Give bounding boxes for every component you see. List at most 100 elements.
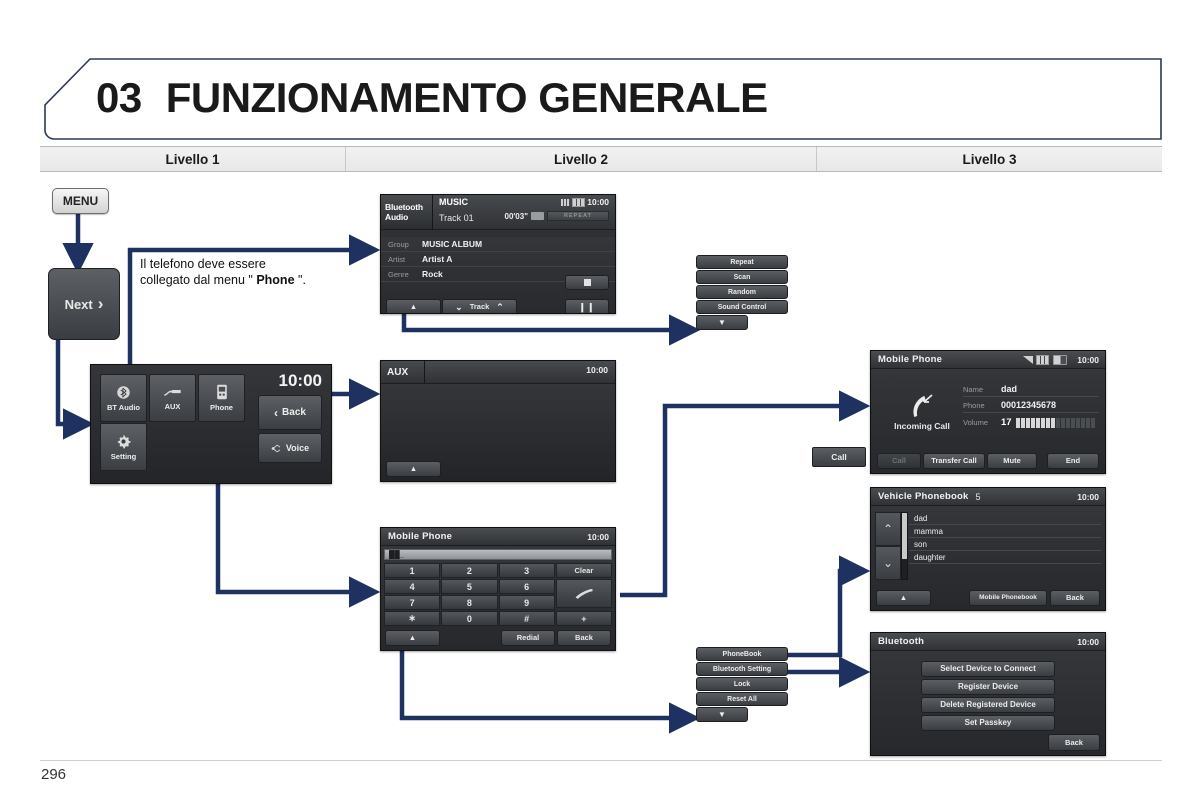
phonebook-title: Vehicle Phonebook	[871, 491, 969, 502]
incoming-call-transfer-button[interactable]: Transfer Call	[923, 453, 985, 469]
incoming-call-end-button[interactable]: End	[1047, 453, 1099, 469]
key-7[interactable]: 7	[384, 595, 440, 610]
key-hash[interactable]: #	[499, 611, 555, 626]
key-8[interactable]: 8	[441, 595, 497, 610]
track-next-icon: ⌃	[496, 303, 504, 312]
phonebook-up-button[interactable]: ▲	[876, 590, 931, 606]
dial-keypad[interactable]: 1 2 3 Clear 4 5 6 7 8 9 ∗ 0 # +	[384, 563, 612, 626]
phonebook-mobile-phonebook-button[interactable]: Mobile Phonebook	[969, 590, 1047, 606]
dial-title-bar: Mobile Phone 10:00	[381, 528, 615, 546]
incoming-call-phone-key: Phone	[963, 401, 1001, 410]
key-9[interactable]: 9	[499, 595, 555, 610]
phonebook-entry-dad[interactable]: dad	[909, 512, 1101, 525]
menu-item-repeat[interactable]: Repeat	[696, 255, 788, 269]
tile-bt-audio-label: BT Audio	[107, 403, 140, 412]
track-prev-icon: ⌄	[455, 303, 463, 312]
column-header-level1: Livello 1	[40, 147, 346, 171]
incoming-call-field-phone: Phone 00012345678	[963, 398, 1099, 413]
bt-item-delete-device[interactable]: Delete Registered Device	[921, 697, 1055, 713]
level-column-headers: Livello 1 Livello 2 Livello 3	[40, 146, 1162, 172]
phonebook-count: 5	[969, 492, 981, 502]
menu-hardkey-label: MENU	[63, 194, 98, 208]
next-button[interactable]: Next ›	[48, 268, 120, 340]
phonebook-scrollbar[interactable]	[901, 512, 908, 580]
incoming-call-volume-value: 17	[1001, 417, 1012, 428]
bt-audio-pause-button[interactable]: ❙❙	[565, 299, 609, 314]
battery-icon	[572, 198, 585, 207]
key-plus[interactable]: +	[556, 611, 612, 626]
chevron-down-icon: ⌄	[883, 556, 893, 570]
bt-item-set-passkey[interactable]: Set Passkey	[921, 715, 1055, 731]
menu-item-scan[interactable]: Scan	[696, 270, 788, 284]
bt-audio-up-icon: ▲	[410, 303, 417, 311]
main-menu-back-button[interactable]: ‹ Back	[258, 395, 322, 430]
key-0[interactable]: 0	[441, 611, 497, 626]
dial-redial-button[interactable]: Redial	[501, 630, 555, 646]
key-call[interactable]	[556, 579, 612, 608]
key-star[interactable]: ∗	[384, 611, 440, 626]
screen-vehicle-phonebook[interactable]: Vehicle Phonebook 5 10:00 ⌃ ⌄ dad mamma …	[870, 487, 1106, 611]
page-number: 296	[41, 766, 66, 783]
screen-main-menu[interactable]: 10:00 BT Audio AUX	[90, 364, 332, 484]
menu-audio-options[interactable]: Repeat Scan Random Sound Control ▼	[696, 255, 786, 330]
key-1[interactable]: 1	[384, 563, 440, 578]
menu-hardkey-button[interactable]: MENU	[52, 188, 109, 214]
key-2[interactable]: 2	[441, 563, 497, 578]
key-4[interactable]: 4	[384, 579, 440, 594]
screen-mobile-phone-dial[interactable]: Mobile Phone 10:00 ██_ 1 2 3 Clear 4 5 6	[380, 527, 616, 651]
screen-aux[interactable]: AUX 10:00 ▲	[380, 360, 616, 482]
menu-phone-options[interactable]: PhoneBook Bluetooth Setting Lock Reset A…	[696, 647, 786, 722]
dial-number-input[interactable]: ██_	[384, 549, 612, 560]
tile-setting[interactable]: Setting	[100, 423, 147, 471]
menu-audio-more-button[interactable]: ▼	[696, 315, 748, 330]
bt-audio-up-button[interactable]: ▲	[386, 299, 441, 314]
screen-incoming-call[interactable]: Mobile Phone 10:00 Incoming Call Name da…	[870, 350, 1106, 474]
phonebook-scroll-up-button[interactable]: ⌃	[875, 512, 901, 546]
phonebook-back-button[interactable]: Back	[1050, 590, 1100, 606]
menu-phone-more-button[interactable]: ▼	[696, 707, 748, 722]
main-menu-voice-button[interactable]: Voice	[258, 433, 322, 463]
bluetooth-settings-menu[interactable]: Select Device to Connect Register Device…	[921, 661, 1055, 731]
dial-back-button[interactable]: Back	[557, 630, 611, 646]
bluetooth-back-button[interactable]: Back	[1048, 734, 1100, 751]
tile-bt-audio[interactable]: BT Audio	[100, 374, 147, 422]
call-button[interactable]: Call	[812, 447, 866, 467]
menu-item-reset-all[interactable]: Reset All	[696, 692, 788, 706]
menu-item-lock[interactable]: Lock	[696, 677, 788, 691]
screen-bluetooth-settings[interactable]: Bluetooth 10:00 Select Device to Connect…	[870, 632, 1106, 756]
incoming-call-call-button[interactable]: Call	[877, 453, 921, 469]
menu-item-random[interactable]: Random	[696, 285, 788, 299]
dial-up-button[interactable]: ▲	[385, 630, 440, 646]
key-3[interactable]: 3	[499, 563, 555, 578]
note-line-2: collegato dal menu " Phone ".	[140, 272, 355, 288]
phonebook-entry-mamma[interactable]: mamma	[909, 525, 1101, 538]
bt-item-select-device[interactable]: Select Device to Connect	[921, 661, 1055, 677]
phonebook-scroll-down-button[interactable]: ⌄	[875, 546, 901, 580]
bt-audio-source-logo: Bluetooth Audio	[381, 195, 433, 229]
key-clear[interactable]: Clear	[556, 563, 612, 578]
phonebook-entry-son[interactable]: son	[909, 538, 1101, 551]
chevron-right-icon: ›	[98, 294, 104, 314]
key-6[interactable]: 6	[499, 579, 555, 594]
menu-item-sound-control[interactable]: Sound Control	[696, 300, 788, 314]
bt-audio-track-button[interactable]: ⌄ Track ⌃	[442, 299, 517, 314]
tile-phone[interactable]: Phone	[198, 374, 245, 422]
tile-aux[interactable]: AUX	[149, 374, 196, 422]
menu-item-phonebook[interactable]: PhoneBook	[696, 647, 788, 661]
bt-item-register-device[interactable]: Register Device	[921, 679, 1055, 695]
screen-bluetooth-audio[interactable]: Bluetooth Audio MUSIC Track 01 10:00 00'…	[380, 194, 616, 314]
incoming-call-phone-value: 00012345678	[1001, 400, 1056, 410]
bt-audio-stop-button[interactable]	[565, 275, 609, 290]
note-line2-suffix: ".	[295, 273, 306, 287]
key-5[interactable]: 5	[441, 579, 497, 594]
footer-divider	[40, 760, 1162, 761]
phonebook-entry-daughter[interactable]: daughter	[909, 551, 1101, 564]
phonebook-scrollbar-thumb[interactable]	[902, 513, 907, 559]
volume-level-bar[interactable]	[1016, 418, 1095, 428]
menu-item-bluetooth-setting[interactable]: Bluetooth Setting	[696, 662, 788, 676]
next-button-label: Next	[65, 297, 93, 312]
bt-audio-field-genre-value: Rock	[422, 269, 443, 279]
incoming-call-title-bar: Mobile Phone 10:00	[871, 351, 1105, 369]
incoming-call-mute-button[interactable]: Mute	[987, 453, 1037, 469]
aux-up-button[interactable]: ▲	[386, 461, 441, 477]
